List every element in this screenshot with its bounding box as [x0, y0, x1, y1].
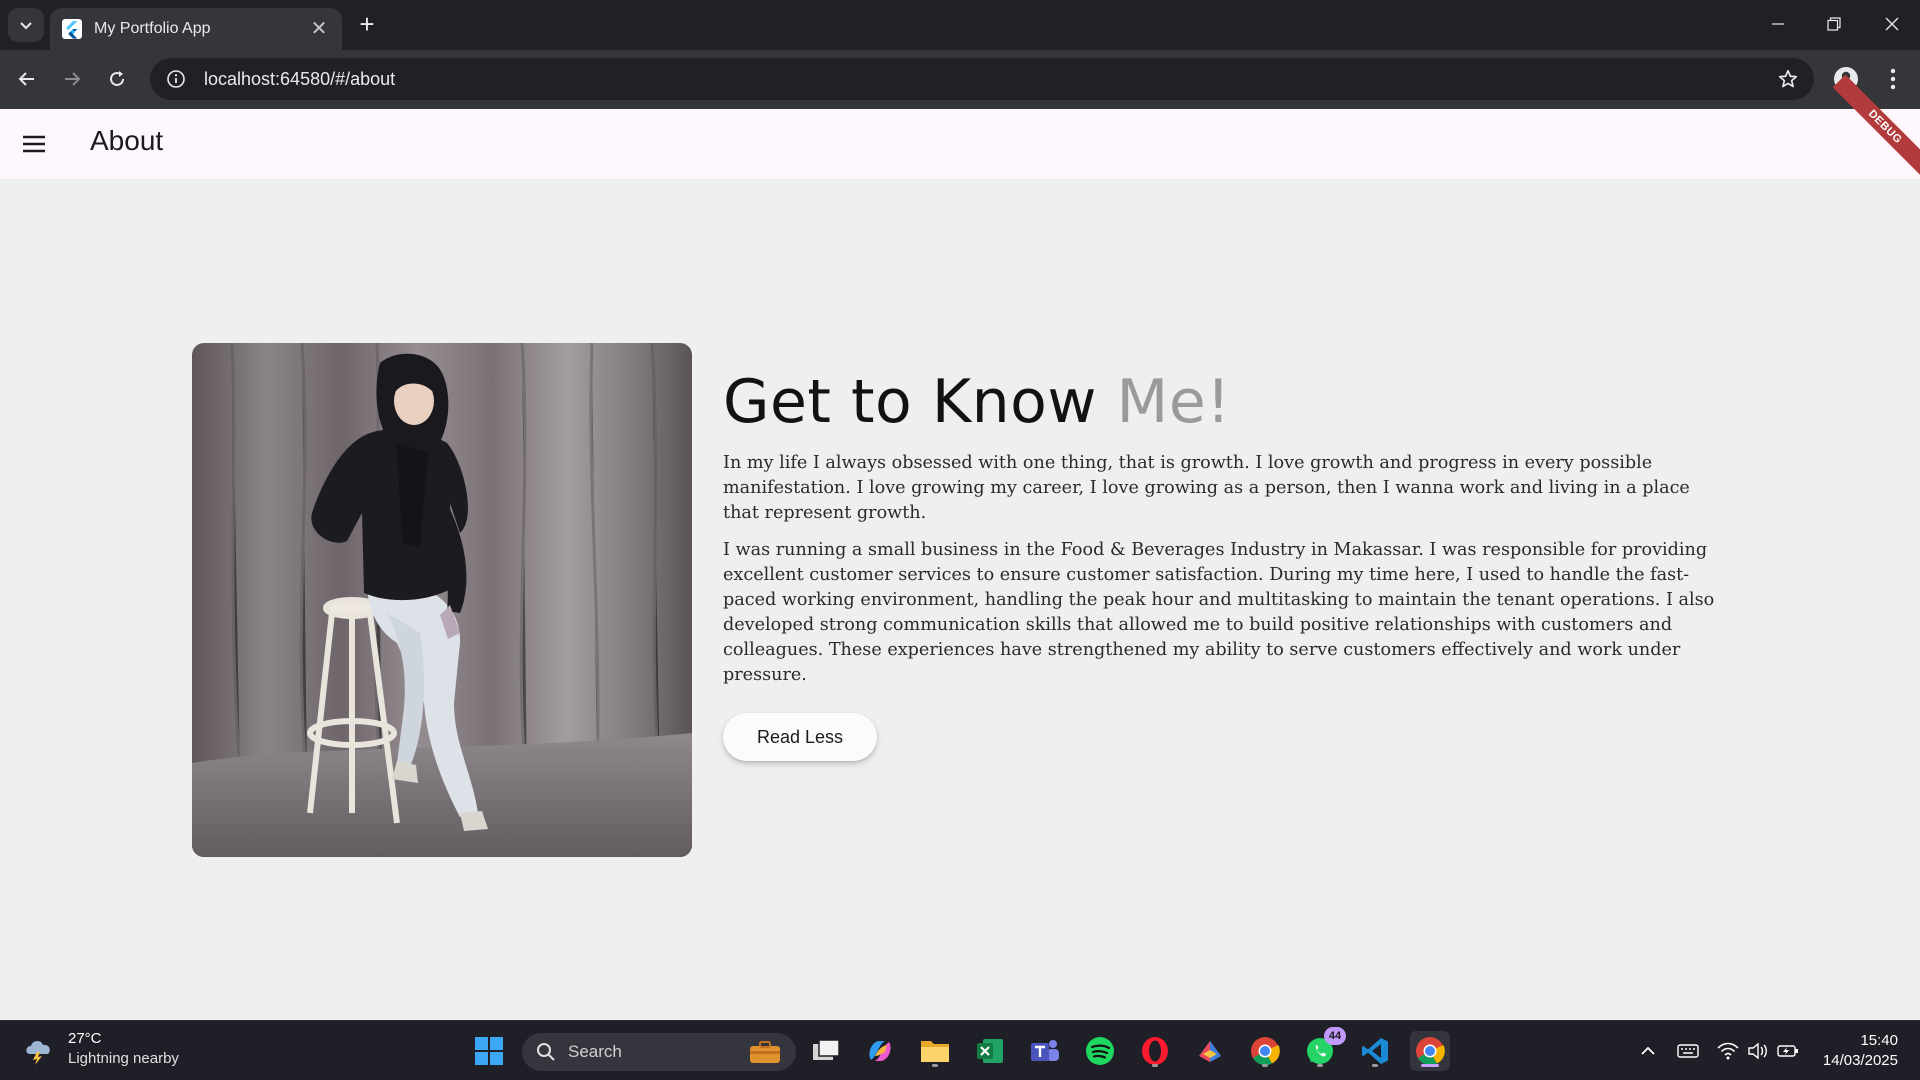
- windows-taskbar: 27°C Lightning nearby Search 44 15:40 14…: [0, 1020, 1920, 1080]
- heading-main: Get to Know: [723, 367, 1117, 437]
- vscode-button[interactable]: [1355, 1031, 1395, 1071]
- keyboard-icon: [1677, 1044, 1699, 1058]
- notification-badge: 44: [1324, 1027, 1346, 1045]
- browser-tab-active[interactable]: My Portfolio App ✕: [50, 8, 342, 50]
- chrome-active-button[interactable]: [1410, 1031, 1450, 1071]
- about-paragraph: I was running a small business in the Fo…: [723, 540, 1715, 685]
- site-info-icon[interactable]: [164, 67, 188, 91]
- minimize-button[interactable]: [1750, 0, 1806, 48]
- back-button[interactable]: [10, 62, 44, 96]
- chrome-button[interactable]: [1245, 1031, 1285, 1071]
- volume-icon: [1748, 1042, 1767, 1060]
- wifi-icon: [1717, 1042, 1739, 1060]
- keyboard-tray-button[interactable]: [1676, 1039, 1700, 1063]
- windows-logo-icon: [475, 1037, 503, 1065]
- read-less-button[interactable]: Read Less: [723, 713, 877, 761]
- restore-button[interactable]: [1806, 0, 1862, 48]
- chevron-up-icon: [1641, 1046, 1655, 1055]
- paint-app-icon: [1199, 1041, 1221, 1062]
- chrome-icon: [1416, 1037, 1445, 1066]
- excel-icon: [977, 1039, 1003, 1063]
- excel-button[interactable]: [970, 1031, 1010, 1071]
- running-indicator: [1262, 1064, 1268, 1067]
- system-clock[interactable]: 15:40 14/03/2025: [1823, 1031, 1898, 1071]
- weather-description: Lightning nearby: [68, 1050, 179, 1067]
- reload-button[interactable]: [100, 62, 134, 96]
- whatsapp-button[interactable]: 44: [1300, 1027, 1346, 1071]
- restore-icon: [1827, 17, 1841, 31]
- storm-cloud-icon: [26, 1040, 50, 1065]
- search-label: Search: [568, 1042, 622, 1061]
- teams-icon: [1031, 1040, 1059, 1061]
- app-button[interactable]: [1190, 1031, 1230, 1071]
- profile-photo: [192, 343, 692, 857]
- spotify-icon: [1086, 1037, 1114, 1065]
- task-view-button[interactable]: [806, 1031, 846, 1071]
- running-indicator: [1152, 1064, 1158, 1067]
- spotify-button[interactable]: [1080, 1031, 1120, 1071]
- page-title: About: [90, 125, 164, 156]
- running-indicator: [932, 1064, 938, 1067]
- clock-date: 14/03/2025: [1822, 1052, 1898, 1069]
- about-paragraph: In my life I always obsessed with one th…: [723, 453, 1690, 523]
- close-icon: [1885, 17, 1899, 31]
- tab-close-icon[interactable]: ✕: [308, 18, 330, 40]
- weather-temperature: 27°C: [68, 1030, 102, 1047]
- running-indicator: [1372, 1064, 1378, 1067]
- task-view-icon: [813, 1039, 840, 1060]
- copilot-icon: [869, 1041, 891, 1061]
- tab-title: My Portfolio App: [94, 20, 211, 37]
- reload-icon: [110, 71, 124, 86]
- forward-button[interactable]: [55, 62, 89, 96]
- battery-tray-button[interactable]: [1776, 1039, 1800, 1063]
- browser-menu-button[interactable]: [1876, 62, 1910, 96]
- vscode-icon: [1362, 1038, 1388, 1064]
- browser-toolbar: localhost:64580/#/about: [0, 50, 1920, 109]
- opera-icon: [1142, 1037, 1168, 1065]
- arrow-right-icon: [65, 72, 81, 86]
- profile-photo-illustration: [192, 343, 692, 857]
- weather-widget[interactable]: 27°C Lightning nearby: [22, 1029, 179, 1069]
- minimize-icon: [1772, 23, 1784, 25]
- new-tab-button[interactable]: +: [352, 10, 382, 40]
- opera-button[interactable]: [1135, 1031, 1175, 1071]
- address-bar[interactable]: localhost:64580/#/about: [150, 58, 1814, 100]
- browser-tab-strip: My Portfolio App ✕ +: [0, 0, 1920, 50]
- close-window-button[interactable]: [1864, 0, 1920, 48]
- app-bar: About: [0, 109, 1920, 179]
- volume-tray-button[interactable]: [1746, 1039, 1770, 1063]
- start-button[interactable]: [469, 1031, 509, 1071]
- kebab-menu-icon: [1890, 68, 1896, 90]
- hamburger-menu-icon: [23, 135, 45, 153]
- heading-accent: Me!: [1116, 367, 1231, 437]
- flutter-icon: [62, 19, 82, 39]
- file-explorer-button[interactable]: [915, 1031, 955, 1071]
- about-heading: Get to Know Me!: [723, 367, 1723, 437]
- battery-charging-icon: [1777, 1045, 1798, 1057]
- taskbar-search[interactable]: Search: [522, 1033, 796, 1071]
- chrome-icon: [1251, 1037, 1280, 1066]
- bookmark-star-icon[interactable]: [1768, 59, 1808, 99]
- briefcase-icon: [750, 1041, 780, 1063]
- active-indicator: [1421, 1064, 1439, 1067]
- about-section: Get to Know Me! In my life I always obse…: [0, 179, 1920, 1020]
- wifi-tray-button[interactable]: [1716, 1039, 1740, 1063]
- running-indicator: [1317, 1064, 1323, 1067]
- folder-icon: [921, 1041, 949, 1062]
- show-hidden-icons-button[interactable]: [1636, 1039, 1660, 1063]
- search-icon: [537, 1043, 555, 1061]
- tab-search-button[interactable]: [8, 8, 44, 42]
- chevron-down-icon: [20, 22, 32, 30]
- url-text[interactable]: localhost:64580/#/about: [204, 69, 1768, 90]
- arrow-left-icon: [18, 72, 34, 86]
- about-text-column: Get to Know Me! In my life I always obse…: [723, 367, 1723, 761]
- clock-time: 15:40: [1860, 1032, 1898, 1049]
- drawer-menu-button[interactable]: [16, 126, 52, 162]
- teams-button[interactable]: [1025, 1031, 1065, 1071]
- copilot-button[interactable]: [860, 1031, 900, 1071]
